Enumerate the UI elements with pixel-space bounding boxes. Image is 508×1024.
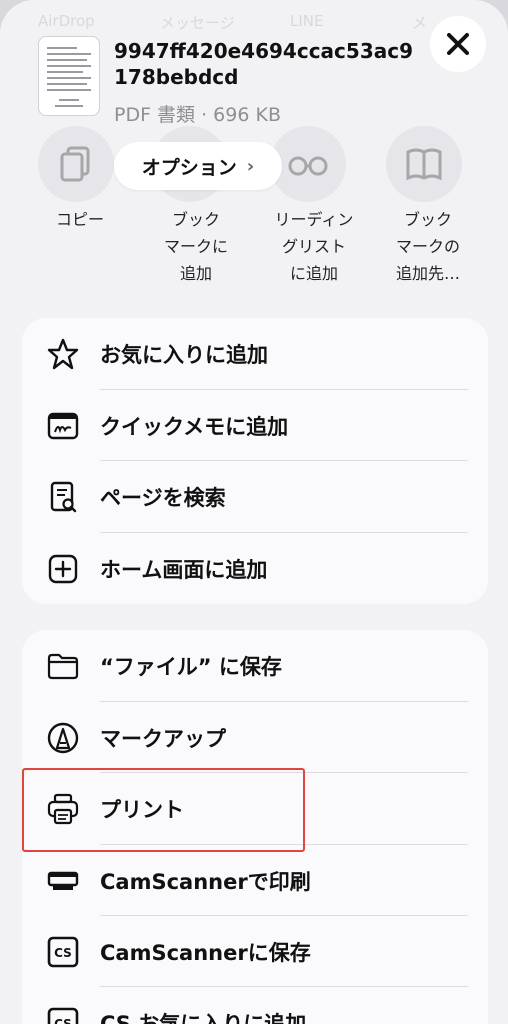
- options-label: オプション: [141, 156, 237, 179]
- quick-note-icon: [47, 412, 79, 439]
- copy-app-button[interactable]: [38, 126, 114, 202]
- add-to-home-label: ホーム画面に追加: [100, 557, 268, 582]
- find-on-page-icon: [50, 481, 77, 512]
- quick-note-row[interactable]: クイックメモに追加: [22, 390, 488, 461]
- close-icon: [447, 33, 469, 55]
- svg-text:CS: CS: [54, 1017, 72, 1024]
- markup-row[interactable]: マークアップ: [22, 702, 488, 773]
- chevron-right-icon: ›: [246, 155, 255, 177]
- background-app-label: メ: [412, 14, 428, 32]
- copy-label: コピー: [55, 210, 104, 229]
- background-app-label: メッセージ: [160, 14, 235, 32]
- cs-favorite-row[interactable]: CS CS お気に入りに追加: [22, 987, 488, 1024]
- add-favorite-label: お気に入りに追加: [100, 342, 268, 367]
- camscanner-save-label: CamScannerに保存: [100, 940, 311, 965]
- background-app-label: LINE: [290, 12, 324, 30]
- background-app-label: AirDrop: [38, 12, 95, 30]
- book-icon: [406, 148, 442, 181]
- camscanner-print-label: CamScannerで印刷: [100, 869, 311, 894]
- copy-icon: [60, 146, 90, 182]
- file-meta: PDF 書類 · 696 KB: [114, 104, 281, 126]
- find-on-page-row[interactable]: ページを検索: [22, 461, 488, 532]
- add-square-icon: [48, 554, 78, 583]
- cs-icon: CS: [47, 936, 79, 967]
- star-icon: [47, 338, 79, 369]
- action-group-1: お気に入りに追加 クイックメモに追加 ページを検索 ホーム画面に追加: [22, 318, 488, 604]
- file-thumbnail: [38, 36, 100, 116]
- options-button[interactable]: オプション ›: [114, 142, 282, 190]
- find-on-page-label: ページを検索: [100, 485, 226, 510]
- glasses-icon: [288, 156, 328, 176]
- file-name: 9947ff420e4694ccac53ac9178bebdcd: [114, 39, 414, 89]
- cs-icon: CS: [47, 1007, 79, 1024]
- add-to-home-row[interactable]: ホーム画面に追加: [22, 533, 488, 604]
- camscanner-print-row[interactable]: CamScannerで印刷: [22, 845, 488, 916]
- cs-favorite-label: CS お気に入りに追加: [100, 1011, 307, 1024]
- bookmark-to-app-button[interactable]: [386, 126, 462, 202]
- share-sheet: AirDrop メッセージ LINE メ 9947ff420e4694ccac5…: [0, 0, 508, 1024]
- svg-text:CS: CS: [54, 946, 72, 960]
- quick-note-label: クイックメモに追加: [100, 414, 289, 439]
- folder-icon: [47, 653, 79, 679]
- save-to-files-label: “ファイル” に保存: [100, 654, 282, 679]
- camscanner-save-row[interactable]: CS CamScannerに保存: [22, 916, 488, 987]
- print-highlight-box: [22, 768, 305, 852]
- close-button[interactable]: [430, 16, 486, 72]
- bookmark-label: ブック マークに 追加: [163, 210, 228, 283]
- reading-list-label: リーディン グリスト に追加: [274, 210, 354, 283]
- bookmark-to-label: ブック マークの 追加先…: [395, 210, 460, 283]
- markup-label: マークアップ: [100, 726, 226, 751]
- scanner-printer-icon: [47, 871, 79, 890]
- markup-pen-icon: [47, 722, 79, 753]
- add-favorite-row[interactable]: お気に入りに追加: [22, 318, 488, 389]
- save-to-files-row[interactable]: “ファイル” に保存: [22, 630, 488, 701]
